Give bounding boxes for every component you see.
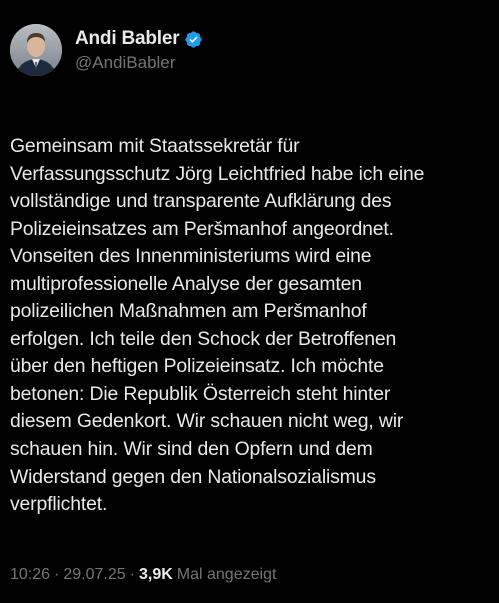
tweet-text: Gemeinsam mit Staatssekretär für Verfass… bbox=[10, 133, 495, 519]
tweet-text-line: Widerstand gegen den Nationalsozialismus bbox=[10, 465, 376, 488]
tweet-text-line: über den heftigen Polizeieinsatz. Ich mö… bbox=[10, 355, 384, 378]
views-count[interactable]: 3,9K bbox=[139, 566, 173, 584]
name-row: Andi Babler bbox=[75, 27, 203, 51]
views-label: Mal angezeigt bbox=[176, 566, 277, 583]
avatar[interactable] bbox=[10, 24, 62, 76]
tweet-text-line: schauen hin. Wir sind den Opfern und dem bbox=[10, 438, 373, 461]
author-handle[interactable]: @AndiBabler bbox=[75, 53, 203, 73]
tweet-text-line: erfolgen. Ich teile den Schock der Betro… bbox=[10, 327, 397, 350]
profile-photo-icon bbox=[10, 24, 62, 76]
tweet-text-line: polizeilichen Maßnahmen am Peršmanhof bbox=[10, 300, 367, 323]
tweet-text-line: betonen: Die Republik Österreich steht h… bbox=[10, 382, 391, 405]
tweet-text-line: Verfassungsschutz Jörg Leichtfried habe … bbox=[10, 162, 425, 185]
verified-badge-icon[interactable] bbox=[184, 30, 203, 49]
tweet-text-line: Polizeieinsatzes am Peršmanhof angeordne… bbox=[10, 217, 394, 240]
post-time[interactable]: 10:26 bbox=[10, 566, 50, 584]
separator-dot: · bbox=[129, 566, 135, 583]
tweet-header: Andi Babler @AndiBabler bbox=[10, 20, 489, 80]
tweet-text-line: Vonseiten des Innenministeriums wird ein… bbox=[10, 245, 372, 268]
tweet-text-line: Gemeinsam mit Staatssekretär für bbox=[10, 135, 300, 157]
tweet-text-line: vollständige und transparente Aufklärung… bbox=[10, 190, 392, 213]
tweet-card: Andi Babler @AndiBabler Gemeinsam mit St… bbox=[0, 0, 499, 603]
tweet-text-line: verpflichtet. bbox=[10, 493, 108, 516]
post-date[interactable]: 29.07.25 bbox=[63, 566, 125, 584]
tweet-text-line: multiprofessionelle Analyse der gesamten bbox=[10, 272, 362, 295]
author-display-name[interactable]: Andi Babler bbox=[75, 28, 180, 50]
separator-dot: · bbox=[54, 566, 60, 583]
tweet-text-line: diesem Gedenkort. Wir schauen nicht weg,… bbox=[10, 410, 404, 433]
author-names: Andi Babler @AndiBabler bbox=[75, 27, 203, 73]
tweet-metadata: 10:26 · 29.07.25 · 3,9K Mal angezeigt bbox=[10, 566, 276, 584]
